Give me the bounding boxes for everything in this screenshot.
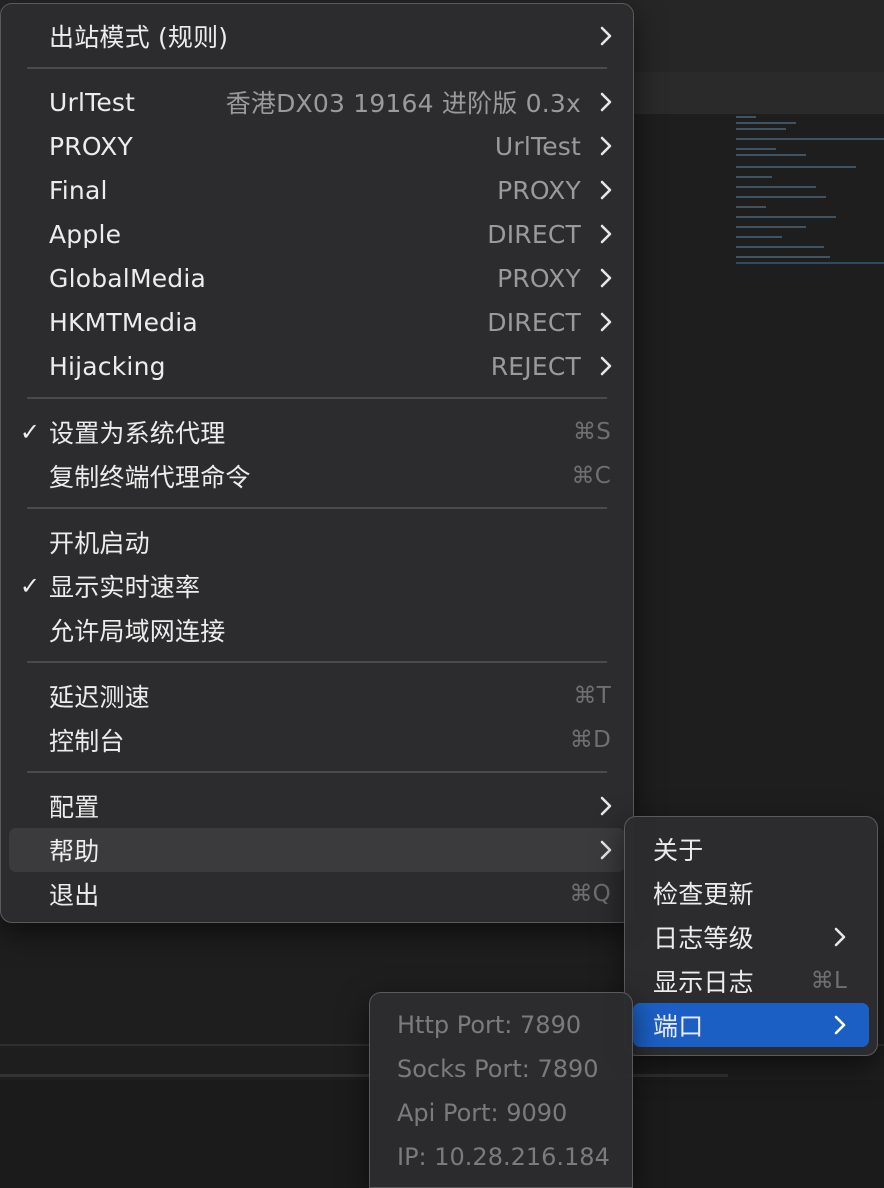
- menu-item-label: 显示日志: [653, 968, 754, 997]
- ip-address-info: IP: 10.28.216.184: [397, 1143, 610, 1171]
- menu-item-show-log[interactable]: 显示日志 ⌘L: [633, 959, 869, 1003]
- menu-item-allow-lan[interactable]: 允许局域网连接: [9, 608, 625, 652]
- menu-item-dashboard[interactable]: 控制台 ⌘D: [9, 718, 625, 762]
- chevron-right-icon: [599, 223, 613, 245]
- checkmark-icon: ✓: [19, 572, 41, 600]
- proxy-group-selection: UrlTest: [494, 131, 581, 161]
- proxy-group-selection: PROXY: [497, 263, 581, 293]
- chevron-right-icon: [599, 311, 613, 333]
- proxy-group-selection: DIRECT: [487, 219, 581, 249]
- proxy-group-apple[interactable]: Apple DIRECT: [9, 212, 625, 256]
- menu-item-about[interactable]: 关于: [633, 827, 869, 871]
- proxy-group-urltest[interactable]: UrlTest 香港DX03 19164 进阶版 0.3x: [9, 80, 625, 124]
- menu-item-label: 出站模式 (规则): [49, 23, 229, 52]
- menu-item-label: 控制台: [49, 727, 125, 756]
- menu-separator: [27, 661, 607, 663]
- menu-item-show-speed[interactable]: ✓ 显示实时速率: [9, 564, 625, 608]
- proxy-group-name: GlobalMedia: [49, 263, 207, 293]
- chevron-right-icon: [599, 839, 613, 861]
- menu-item-label: 延迟测速: [49, 683, 150, 712]
- proxy-group-name: Apple: [49, 219, 122, 249]
- help-submenu: 关于 检查更新 日志等级 显示日志 ⌘L 端口: [624, 816, 878, 1056]
- keyboard-shortcut: ⌘D: [569, 727, 611, 753]
- main-menu: 出站模式 (规则) UrlTest 香港DX03 19164 进阶版 0.3x …: [0, 3, 634, 923]
- chevron-right-icon: [599, 795, 613, 817]
- menu-separator: [27, 67, 607, 69]
- menu-item-label: 开机启动: [49, 529, 150, 558]
- proxy-group-name: Final: [49, 175, 108, 205]
- menu-item-config[interactable]: 配置: [9, 784, 625, 828]
- menu-item-label: 检查更新: [653, 880, 754, 909]
- checkmark-icon: ✓: [19, 418, 41, 446]
- keyboard-shortcut: ⌘S: [573, 419, 611, 445]
- proxy-group-globalmedia[interactable]: GlobalMedia PROXY: [9, 256, 625, 300]
- chevron-right-icon: [833, 1014, 847, 1036]
- menu-item-label: 日志等级: [653, 924, 754, 953]
- background-minimap: [728, 112, 884, 272]
- menu-item-label: 复制终端代理命令: [49, 463, 251, 492]
- menu-item-copy-terminal-command[interactable]: 复制终端代理命令 ⌘C: [9, 454, 625, 498]
- menu-separator: [27, 397, 607, 399]
- chevron-right-icon: [833, 926, 847, 948]
- proxy-group-name: HKMTMedia: [49, 307, 198, 337]
- proxy-group-name: UrlTest: [49, 87, 136, 117]
- socks-port-info: Socks Port: 7890: [397, 1055, 599, 1083]
- menu-item-log-level[interactable]: 日志等级: [633, 915, 869, 959]
- menu-item-label: 配置: [49, 793, 100, 822]
- menu-item-outbound-mode[interactable]: 出站模式 (规则): [9, 14, 625, 58]
- menu-item-quit[interactable]: 退出 ⌘Q: [9, 872, 625, 916]
- ports-submenu: Http Port: 7890 Socks Port: 7890 Api Por…: [369, 992, 633, 1188]
- chevron-right-icon: [599, 25, 613, 47]
- chevron-right-icon: [599, 355, 613, 377]
- menu-item-label: 允许局域网连接: [49, 617, 226, 646]
- proxy-group-selection: 香港DX03 19164 进阶版 0.3x: [225, 89, 581, 118]
- menu-item-latency-test[interactable]: 延迟测速 ⌘T: [9, 674, 625, 718]
- menu-item-launch-at-login[interactable]: 开机启动: [9, 520, 625, 564]
- menu-item-label: 帮助: [49, 837, 100, 866]
- keyboard-shortcut: ⌘C: [571, 463, 611, 489]
- keyboard-shortcut: ⌘T: [573, 683, 611, 709]
- menu-item-ports[interactable]: 端口: [633, 1003, 869, 1047]
- http-port-info: Http Port: 7890: [397, 1011, 582, 1039]
- proxy-group-name: Hijacking: [49, 351, 166, 381]
- menu-separator: [27, 507, 607, 509]
- menu-item-label: 退出: [49, 881, 100, 910]
- proxy-group-name: PROXY: [49, 131, 133, 161]
- proxy-group-hijacking[interactable]: Hijacking REJECT: [9, 344, 625, 388]
- menu-item-help[interactable]: 帮助: [9, 828, 625, 872]
- proxy-group-selection: REJECT: [490, 351, 581, 381]
- menu-item-label: 关于: [653, 836, 704, 865]
- menu-item-check-update[interactable]: 检查更新: [633, 871, 869, 915]
- menu-item-set-system-proxy[interactable]: ✓ 设置为系统代理 ⌘S: [9, 410, 625, 454]
- chevron-right-icon: [599, 267, 613, 289]
- api-port-info: Api Port: 9090: [397, 1099, 568, 1127]
- proxy-group-final[interactable]: Final PROXY: [9, 168, 625, 212]
- menu-item-label: 设置为系统代理: [49, 419, 226, 448]
- menu-item-label: 端口: [653, 1012, 704, 1041]
- keyboard-shortcut: ⌘Q: [569, 881, 611, 907]
- proxy-group-hkmtmedia[interactable]: HKMTMedia DIRECT: [9, 300, 625, 344]
- chevron-right-icon: [599, 135, 613, 157]
- proxy-group-proxy[interactable]: PROXY UrlTest: [9, 124, 625, 168]
- keyboard-shortcut: ⌘L: [810, 968, 847, 994]
- menu-item-label: 显示实时速率: [49, 573, 201, 602]
- chevron-right-icon: [599, 179, 613, 201]
- chevron-right-icon: [599, 91, 613, 113]
- menu-separator: [27, 771, 607, 773]
- proxy-group-selection: PROXY: [497, 175, 581, 205]
- proxy-group-selection: DIRECT: [487, 307, 581, 337]
